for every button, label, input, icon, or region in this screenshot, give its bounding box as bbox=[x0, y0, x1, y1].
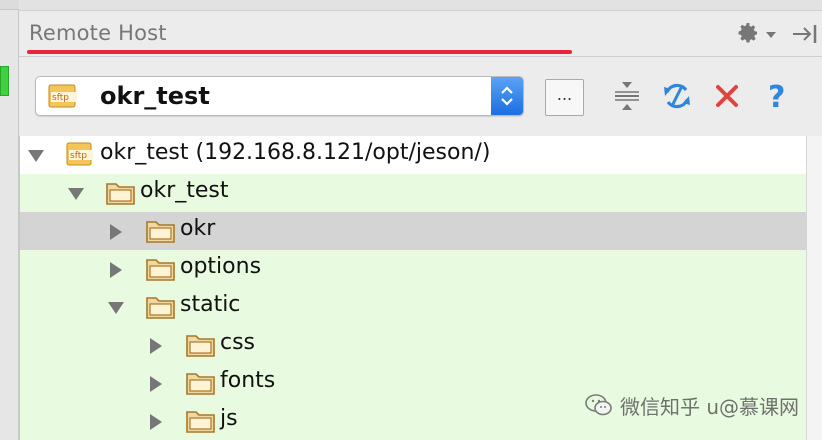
title-highlight-underline bbox=[27, 50, 572, 54]
folder-icon bbox=[146, 259, 175, 281]
folder-icon bbox=[186, 411, 215, 433]
browse-button[interactable]: ... bbox=[545, 79, 584, 116]
folder-icon bbox=[186, 373, 215, 395]
host-select-value: okr_test bbox=[100, 82, 210, 110]
collapsed-arrow-icon[interactable] bbox=[106, 222, 126, 242]
expanded-arrow-icon[interactable] bbox=[66, 184, 86, 204]
tree-item-label: options bbox=[180, 254, 262, 279]
watermark-text: 微信知乎 u@慕课网 bbox=[620, 394, 800, 419]
sftp-icon: sftp bbox=[48, 84, 77, 108]
tree-item-label: okr_test (192.168.8.121/opt/jeson/) bbox=[100, 140, 491, 165]
tree-item-label: css bbox=[220, 330, 256, 355]
sftp-icon-label: sftp bbox=[52, 93, 69, 103]
folder-icon bbox=[146, 221, 175, 243]
expanded-arrow-icon[interactable] bbox=[106, 298, 126, 318]
right-scroll-track[interactable] bbox=[806, 136, 822, 440]
remote-host-toolbar: sftp okr_test ... ? bbox=[19, 58, 822, 136]
collapsed-arrow-icon[interactable] bbox=[146, 336, 166, 356]
select-chevrons-icon[interactable] bbox=[491, 77, 523, 115]
expanded-arrow-icon[interactable] bbox=[26, 146, 46, 166]
folder-icon bbox=[106, 183, 135, 205]
watermark: 微信知乎 u@慕课网 bbox=[584, 388, 799, 422]
tree-item-label: okr bbox=[180, 216, 216, 241]
tree-item-label: fonts bbox=[220, 368, 276, 393]
host-select-dropdown[interactable]: sftp okr_test bbox=[35, 76, 524, 116]
tree-row[interactable]: options bbox=[20, 250, 807, 288]
folder-icon bbox=[146, 297, 175, 319]
tree-row[interactable]: okr bbox=[20, 212, 807, 250]
svg-text:?: ? bbox=[768, 80, 785, 112]
sync-icon[interactable] bbox=[661, 80, 693, 112]
collapsed-arrow-icon[interactable] bbox=[106, 260, 126, 280]
tree-row[interactable]: static bbox=[20, 288, 807, 326]
hide-panel-icon[interactable] bbox=[791, 23, 821, 45]
collapse-all-icon[interactable] bbox=[611, 80, 643, 112]
tree-row[interactable]: css bbox=[20, 326, 807, 364]
collapsed-arrow-icon[interactable] bbox=[146, 412, 166, 432]
panel-title: Remote Host bbox=[29, 21, 167, 45]
panel-header: Remote Host bbox=[19, 11, 822, 57]
folder-icon bbox=[186, 335, 215, 357]
help-icon[interactable]: ? bbox=[761, 80, 793, 115]
run-status-indicator bbox=[0, 66, 9, 96]
collapsed-arrow-icon[interactable] bbox=[146, 374, 166, 394]
editor-gutter bbox=[0, 0, 19, 440]
tree-item-label: okr_test bbox=[140, 178, 229, 203]
sftp-icon: sftp bbox=[66, 142, 93, 166]
tree-row[interactable]: sftp okr_test (192.168.8.121/opt/jeson/) bbox=[20, 136, 807, 174]
editor-tab-edge bbox=[0, 0, 19, 10]
window-top-edge bbox=[19, 0, 822, 11]
sftp-icon-label: sftp bbox=[70, 151, 87, 161]
gear-icon[interactable] bbox=[736, 21, 762, 47]
tree-item-label: js bbox=[220, 406, 238, 431]
wechat-icon bbox=[585, 394, 612, 416]
tree-row[interactable]: okr_test bbox=[20, 174, 807, 212]
chevron-down-icon[interactable] bbox=[766, 32, 776, 38]
tree-item-label: static bbox=[180, 292, 241, 317]
close-icon[interactable] bbox=[711, 80, 743, 112]
